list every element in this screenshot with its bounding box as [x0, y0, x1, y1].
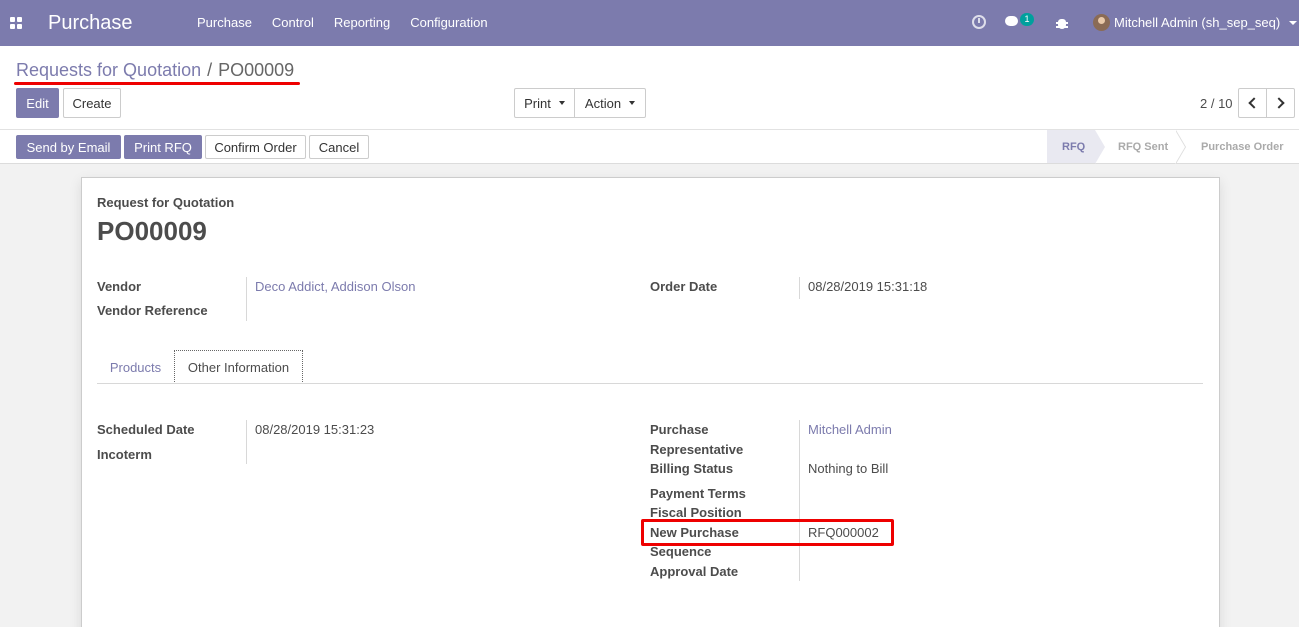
purchase-representative-label-line2: Representative	[650, 442, 744, 457]
field-divider	[799, 420, 800, 581]
field-divider	[246, 277, 247, 321]
menu-control[interactable]: Control	[272, 15, 314, 30]
tab-products[interactable]: Products	[97, 350, 174, 384]
breadcrumb-parent[interactable]: Requests for Quotation	[16, 60, 201, 80]
menu-reporting[interactable]: Reporting	[334, 15, 390, 30]
chevron-left-icon	[1248, 97, 1260, 109]
pager-next-button[interactable]	[1266, 88, 1295, 118]
edit-button[interactable]: Edit	[16, 88, 59, 118]
document-type: Request for Quotation	[97, 195, 235, 210]
tab-divider	[97, 383, 1203, 384]
user-avatar[interactable]	[1093, 14, 1110, 31]
stage-arrow	[1175, 130, 1185, 164]
cancel-button[interactable]: Cancel	[309, 135, 369, 159]
pager-previous-button[interactable]	[1238, 88, 1267, 118]
print-rfq-button[interactable]: Print RFQ	[124, 135, 202, 159]
billing-status-label: Billing Status	[650, 461, 734, 476]
chat-badge: 1	[1020, 13, 1034, 26]
breadcrumb-current: PO00009	[218, 60, 295, 80]
print-dropdown[interactable]: Print	[514, 88, 575, 118]
chevron-down-icon[interactable]	[1289, 21, 1297, 25]
approval-date-label: Approval Date	[650, 564, 739, 579]
annotation-underline	[14, 82, 300, 85]
billing-status-field: Nothing to Bill	[808, 461, 889, 476]
breadcrumb: Requests for Quotation / PO00009	[16, 60, 294, 81]
breadcrumb-separator: /	[207, 60, 213, 80]
control-panel	[0, 46, 1299, 130]
stage-rfq-sent[interactable]: RFQ Sent	[1108, 130, 1178, 163]
vendor-label: Vendor	[97, 279, 142, 294]
user-menu[interactable]: Mitchell Admin (sh_sep_seq)	[1114, 15, 1280, 30]
menu-configuration[interactable]: Configuration	[410, 15, 487, 30]
scheduled-date-label: Scheduled Date	[97, 422, 195, 437]
menu-purchase[interactable]: Purchase	[197, 15, 252, 30]
confirm-order-button[interactable]: Confirm Order	[205, 135, 306, 159]
app-brand[interactable]: Purchase	[48, 10, 133, 36]
print-label: Print	[524, 95, 551, 111]
purchase-representative-label-line1: Purchase	[650, 422, 709, 437]
vendor-field[interactable]: Deco Addict, Addison Olson	[255, 279, 415, 294]
tab-other-information[interactable]: Other Information	[174, 350, 303, 384]
fiscal-position-label: Fiscal Position	[650, 505, 742, 520]
main-menu: Purchase Control Reporting Configuration	[197, 15, 488, 30]
chat-icon[interactable]	[1005, 16, 1021, 28]
stage-rfq[interactable]: RFQ	[1047, 130, 1095, 163]
vendor-reference-label: Vendor Reference	[97, 303, 208, 318]
debug-bug-icon[interactable]	[1056, 16, 1068, 30]
stage-arrow	[1095, 130, 1105, 164]
send-by-email-button[interactable]: Send by Email	[16, 135, 121, 159]
form-sheet	[81, 177, 1220, 627]
purchase-representative-field[interactable]: Mitchell Admin	[808, 422, 892, 437]
payment-terms-label: Payment Terms	[650, 486, 746, 501]
top-navbar: Purchase Purchase Control Reporting Conf…	[0, 0, 1299, 46]
order-date-field[interactable]: 08/28/2019 15:31:18	[808, 279, 927, 294]
annotation-highlight-box	[641, 519, 894, 546]
new-purchase-sequence-label-line2: Sequence	[650, 544, 712, 559]
caret-down-icon	[629, 101, 636, 105]
scheduled-date-field[interactable]: 08/28/2019 15:31:23	[255, 422, 374, 437]
order-date-label: Order Date	[650, 279, 718, 294]
incoterm-label: Incoterm	[97, 447, 152, 462]
action-dropdown[interactable]: Action	[574, 88, 646, 118]
activity-clock-icon[interactable]	[972, 15, 986, 29]
create-button[interactable]: Create	[63, 88, 121, 118]
caret-down-icon	[558, 101, 565, 105]
field-divider	[246, 420, 247, 464]
stage-purchase-order[interactable]: Purchase Order	[1191, 130, 1299, 163]
document-name: PO00009	[97, 216, 207, 246]
pager-value[interactable]: 2 / 10	[1200, 96, 1233, 111]
chevron-right-icon	[1273, 97, 1285, 109]
action-label: Action	[584, 95, 622, 111]
apps-grid-icon[interactable]	[10, 17, 22, 29]
field-divider	[799, 277, 800, 299]
